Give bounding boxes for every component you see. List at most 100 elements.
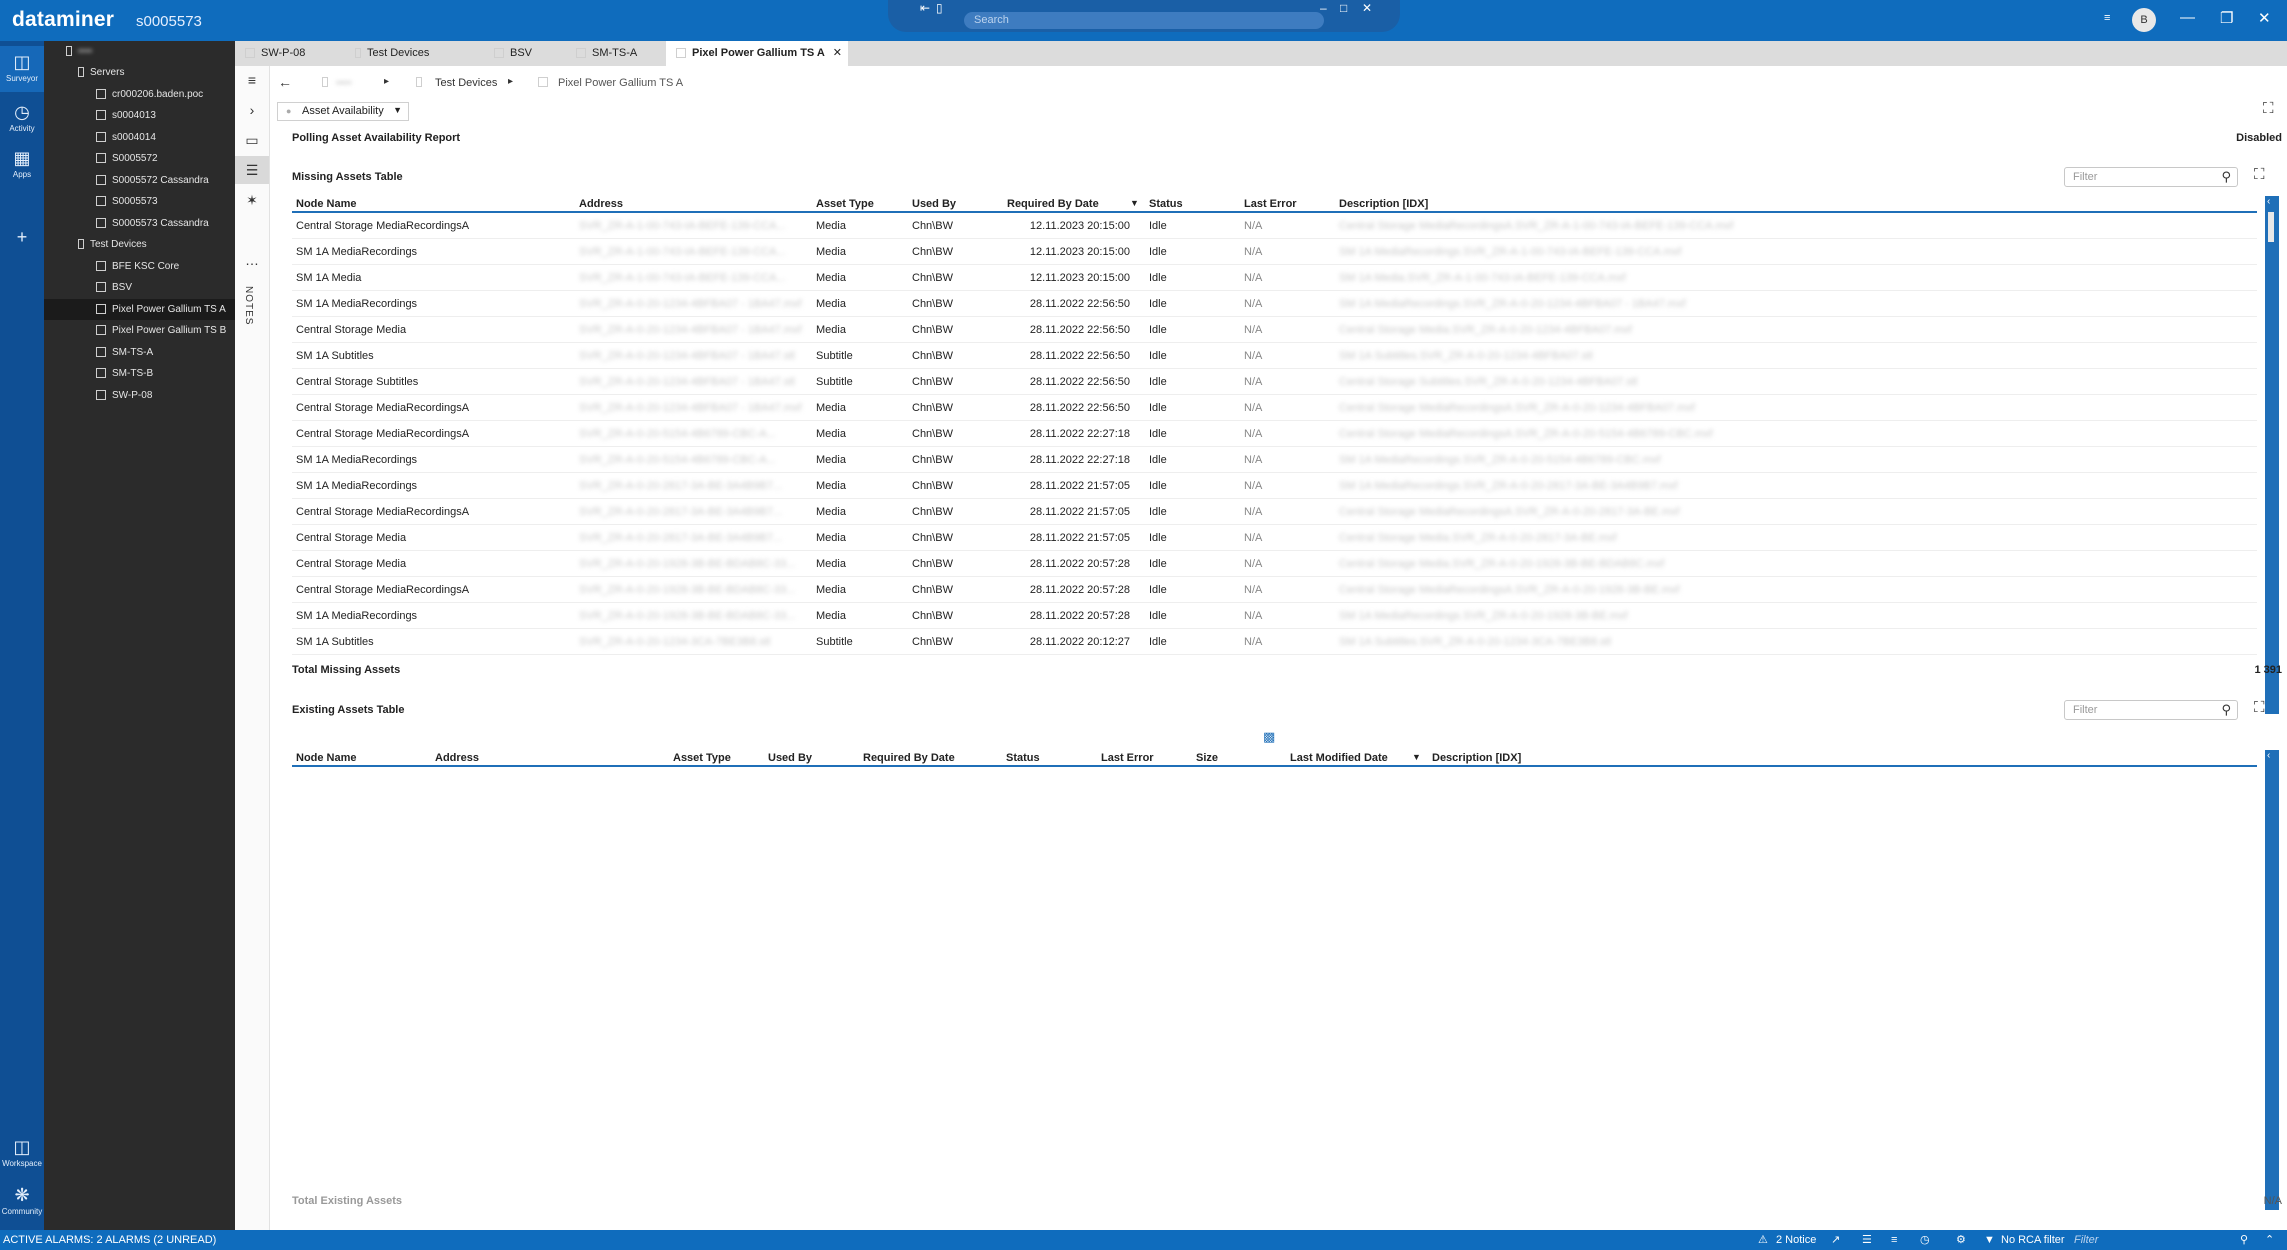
col-used-by[interactable]: Used By xyxy=(912,198,956,210)
table-row[interactable]: SM 1A Media SVR_ZR-A-1-00-743-IA-BEFE-139… xyxy=(292,265,2257,291)
trend-icon[interactable]: ↗ xyxy=(1831,1230,1840,1250)
table-row[interactable]: Central Storage Subtitles SVR_ZR-A-0-20-1… xyxy=(292,369,2257,395)
restore-pill-icon[interactable]: □ xyxy=(1340,1,1347,15)
rail-activity[interactable]: ◷ Activity xyxy=(0,96,44,142)
restore-icon[interactable]: ❐ xyxy=(2220,9,2233,27)
search-input[interactable]: Search xyxy=(964,12,1324,29)
col-asset-type[interactable]: Asset Type xyxy=(816,198,874,210)
tree-item[interactable]: cr000206.baden.poc xyxy=(44,84,235,105)
list-icon[interactable]: ☰ xyxy=(1862,1230,1872,1250)
tree-item[interactable]: SW-P-08 xyxy=(44,385,235,406)
existing-filter-input[interactable]: Filter ⚲ xyxy=(2064,700,2238,720)
rail-workspace[interactable]: ◫ Workspace xyxy=(0,1131,44,1177)
table-row[interactable]: Central Storage Media SVR_ZR-A-0-20-2817-… xyxy=(292,525,2257,551)
notes-tab[interactable]: NOTES xyxy=(243,286,254,325)
fullscreen-icon[interactable]: ⛶ xyxy=(2263,100,2274,117)
table-row[interactable]: Central Storage MediaRecordingsA SVR_ZR-A… xyxy=(292,577,2257,603)
table-row[interactable]: Central Storage MediaRecordingsA SVR_ZR-A… xyxy=(292,213,2257,239)
table-row[interactable]: Central Storage Media SVR_ZR-A-0-20-1234-… xyxy=(292,317,2257,343)
col-last-error[interactable]: Last Error xyxy=(1244,198,1297,210)
tree-item[interactable]: s0004014 xyxy=(44,127,235,148)
col-status[interactable]: Status xyxy=(1006,752,1040,764)
tree-item[interactable]: S0005572 xyxy=(44,148,235,169)
tree-item[interactable]: S0005573 xyxy=(44,191,235,212)
col-asset-type[interactable]: Asset Type xyxy=(673,752,731,764)
rail-surveyor[interactable]: ◫ Surveyor xyxy=(0,46,44,92)
col-address[interactable]: Address xyxy=(435,752,479,764)
tab-sm-ts-a[interactable]: SM-TS-A xyxy=(566,41,666,66)
more-icon[interactable]: … xyxy=(235,246,269,274)
breadcrumb-folder[interactable]: Test Devices xyxy=(435,77,497,89)
sort-icon[interactable]: ≡ xyxy=(1891,1230,1897,1250)
scroll-thumb[interactable] xyxy=(2268,212,2274,242)
breadcrumb-root[interactable]: ▪▪▪▪ xyxy=(336,77,352,89)
expand-table-icon[interactable]: ⛶ xyxy=(2254,166,2265,183)
search-icon[interactable]: ⚲ xyxy=(2240,1230,2248,1250)
table-row[interactable]: Central Storage MediaRecordingsA SVR_ZR-A… xyxy=(292,421,2257,447)
tree-item[interactable]: SM-TS-A xyxy=(44,342,235,363)
add-icon[interactable]: + xyxy=(0,221,44,267)
minimize-pill-icon[interactable]: – xyxy=(1320,1,1327,15)
table-row[interactable]: SM 1A MediaRecordings SVR_ZR-A-0-20-2817-… xyxy=(292,473,2257,499)
close-icon[interactable]: ✕ xyxy=(2258,9,2271,27)
minimize-icon[interactable]: — xyxy=(2180,9,2195,26)
col-description[interactable]: Description [IDX] xyxy=(1432,752,1521,764)
table-row[interactable]: SM 1A MediaRecordings SVR_ZR-A-0-20-1928-… xyxy=(292,603,2257,629)
tree-root[interactable]: ▪▪▪▪ xyxy=(44,41,235,62)
collapse-icon[interactable]: ‹ xyxy=(2267,750,2270,761)
settings-icon[interactable]: ⚙ xyxy=(1956,1230,1966,1250)
tree-item[interactable]: SM-TS-B xyxy=(44,363,235,384)
table-row[interactable]: SM 1A Subtitles SVR_ZR-A-0-20-1234-3CA-7B… xyxy=(292,629,2257,655)
tree-item[interactable]: S0005572 Cassandra xyxy=(44,170,235,191)
table-row[interactable]: SM 1A MediaRecordings SVR_ZR-A-0-20-1234-… xyxy=(292,291,2257,317)
col-node-name[interactable]: Node Name xyxy=(296,752,357,764)
active-alarms[interactable]: ACTIVE ALARMS: 2 ALARMS (2 UNREAD) xyxy=(3,1230,216,1250)
table-row[interactable]: Central Storage MediaRecordingsA SVR_ZR-A… xyxy=(292,395,2257,421)
missing-scrollbar[interactable]: ‹ xyxy=(2265,196,2279,714)
rail-community[interactable]: ❋ Community xyxy=(0,1179,44,1225)
sort-desc-icon[interactable]: ▼ xyxy=(1130,198,1139,208)
page-selector[interactable]: ● Asset Availability ▼ xyxy=(277,102,409,121)
close-tab-icon[interactable]: ✕ xyxy=(833,41,842,66)
tree-servers-folder[interactable]: Servers xyxy=(44,62,235,83)
col-node-name[interactable]: Node Name xyxy=(296,198,357,210)
existing-scrollbar[interactable]: ‹ xyxy=(2265,750,2279,1210)
chart-icon[interactable]: ▩ xyxy=(1263,729,1275,745)
close-pill-icon[interactable]: ✕ xyxy=(1362,1,1372,15)
col-status[interactable]: Status xyxy=(1149,198,1183,210)
table-row[interactable]: SM 1A MediaRecordings SVR_ZR-A-1-00-743-I… xyxy=(292,239,2257,265)
table-row[interactable]: SM 1A MediaRecordings SVR_ZR-A-0-20-5154-… xyxy=(292,447,2257,473)
tree-item-selected[interactable]: Pixel Power Gallium TS A xyxy=(44,299,235,320)
avatar[interactable]: B xyxy=(2132,8,2156,32)
col-used-by[interactable]: Used By xyxy=(768,752,812,764)
rail-apps[interactable]: ▦ Apps xyxy=(0,142,44,188)
tree-item[interactable]: BFE KSC Core xyxy=(44,256,235,277)
tree-item[interactable]: BSV xyxy=(44,277,235,298)
col-required-by-date[interactable]: Required By Date xyxy=(863,752,955,764)
expand-table-icon[interactable]: ⛶ xyxy=(2254,699,2265,716)
pin-icon[interactable]: ⇤ xyxy=(920,1,930,15)
col-description[interactable]: Description [IDX] xyxy=(1339,198,1428,210)
col-last-modified-date[interactable]: Last Modified Date xyxy=(1290,752,1388,764)
tab-pixel-power-gallium-ts-a[interactable]: Pixel Power Gallium TS A ✕ xyxy=(666,41,848,66)
back-arrow-icon[interactable]: ← xyxy=(278,74,292,90)
monitor-icon[interactable]: ▭ xyxy=(235,126,269,154)
clock-icon[interactable]: ◷ xyxy=(1920,1230,1930,1250)
col-size[interactable]: Size xyxy=(1196,752,1218,764)
col-last-error[interactable]: Last Error xyxy=(1101,752,1154,764)
rca-filter[interactable]: No RCA filter xyxy=(2001,1230,2065,1250)
sort-desc-icon[interactable]: ▼ xyxy=(1412,752,1421,762)
col-required-by-date[interactable]: Required By Date xyxy=(1007,198,1099,210)
collapse-icon[interactable]: ‹ xyxy=(2267,196,2270,207)
hamburger-icon[interactable]: ≡ xyxy=(235,66,269,94)
table-row[interactable]: Central Storage MediaRecordingsA SVR_ZR-A… xyxy=(292,499,2257,525)
tab-test-devices[interactable]: Test Devices xyxy=(345,41,469,66)
missing-filter-input[interactable]: Filter ⚲ xyxy=(2064,167,2238,187)
col-address[interactable]: Address xyxy=(579,198,623,210)
overflow-icon[interactable]: ≡ xyxy=(2104,12,2110,24)
table-row[interactable]: SM 1A Subtitles SVR_ZR-A-0-20-1234-4BFBA0… xyxy=(292,343,2257,369)
tree-item[interactable]: S0005573 Cassandra xyxy=(44,213,235,234)
chevron-up-icon[interactable]: ⌃ xyxy=(2265,1230,2274,1250)
notice-count[interactable]: 2 Notice xyxy=(1776,1230,1816,1250)
tree-item[interactable]: s0004013 xyxy=(44,105,235,126)
